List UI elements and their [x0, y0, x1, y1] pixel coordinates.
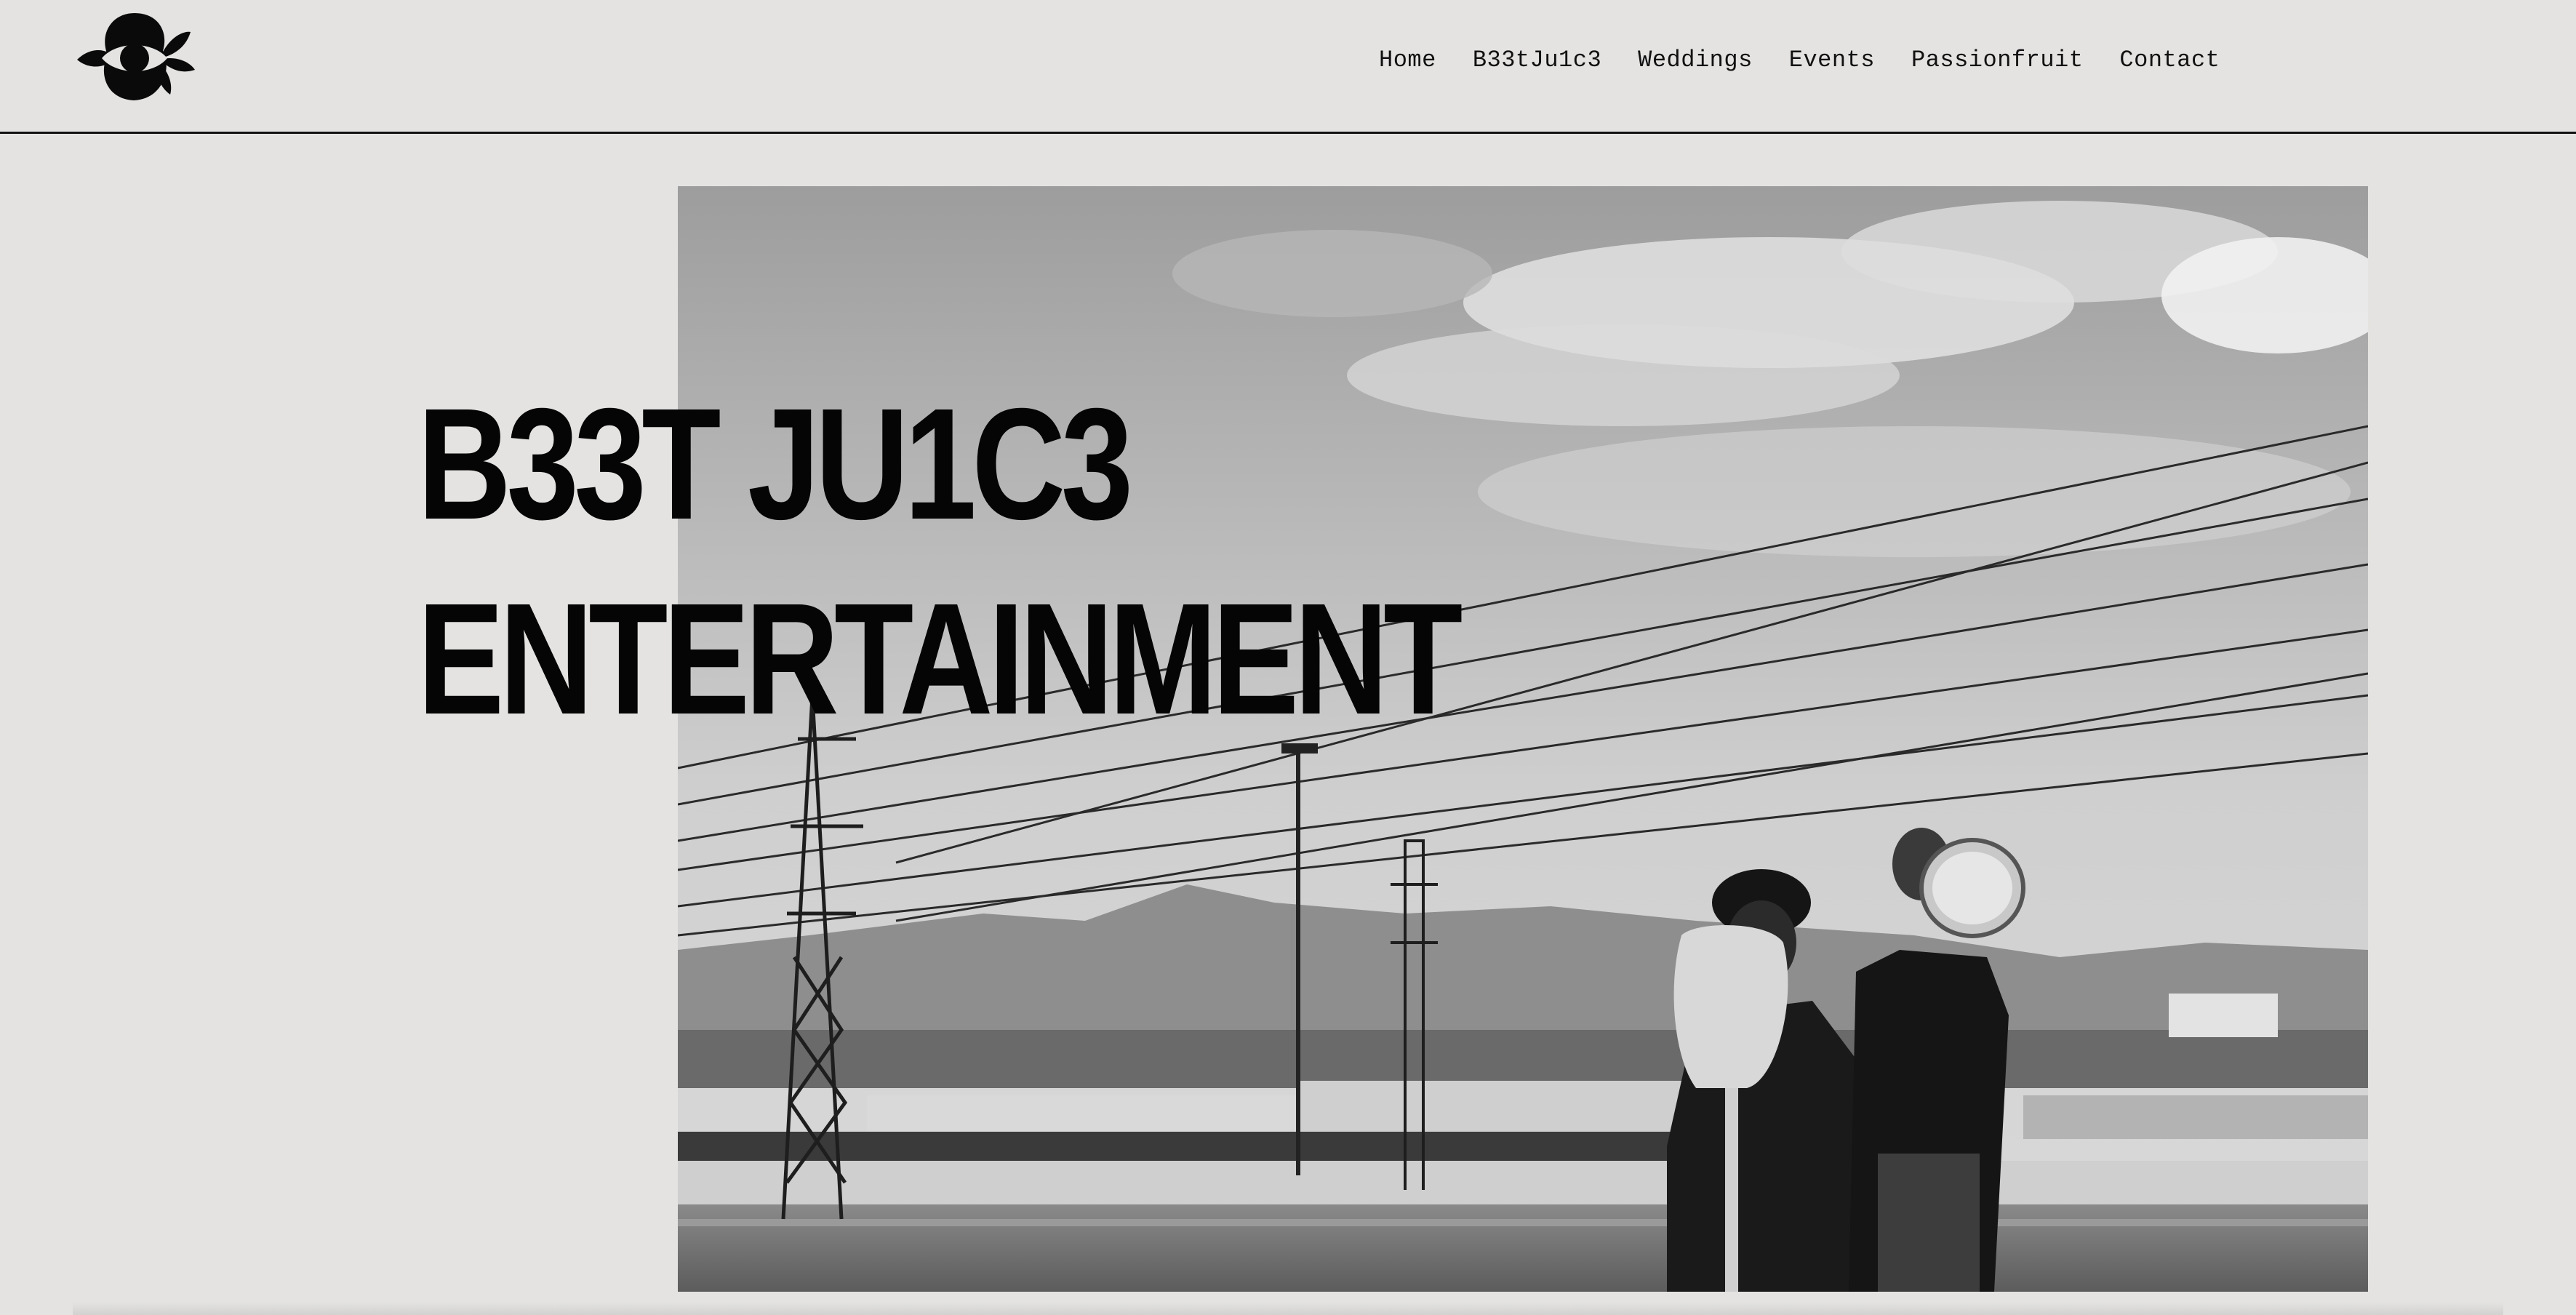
hero-title-line-1: B33T JU1C3 — [417, 376, 1133, 553]
main-nav: Home B33tJu1c3 Weddings Events Passionfr… — [1379, 47, 2256, 73]
nav-passionfruit-link[interactable]: Passionfruit — [1911, 47, 2083, 73]
nav-home-link[interactable]: Home — [1379, 47, 1436, 73]
eye-logo-icon[interactable] — [73, 10, 196, 105]
hero-title-line-2: ENTERTAINMENT — [417, 571, 1463, 748]
hero-title: B33T JU1C3 ENTERTAINMENT — [417, 367, 1463, 757]
site-header: Home B33tJu1c3 Weddings Events Passionfr… — [0, 0, 2576, 134]
nav-weddings-link[interactable]: Weddings — [1638, 47, 1753, 73]
nav-contact-link[interactable]: Contact — [2119, 47, 2220, 73]
nav-events-link[interactable]: Events — [1789, 47, 1875, 73]
nav-b33tju1c3-link[interactable]: B33tJu1c3 — [1473, 47, 1601, 73]
section-shadow — [73, 1302, 2503, 1315]
